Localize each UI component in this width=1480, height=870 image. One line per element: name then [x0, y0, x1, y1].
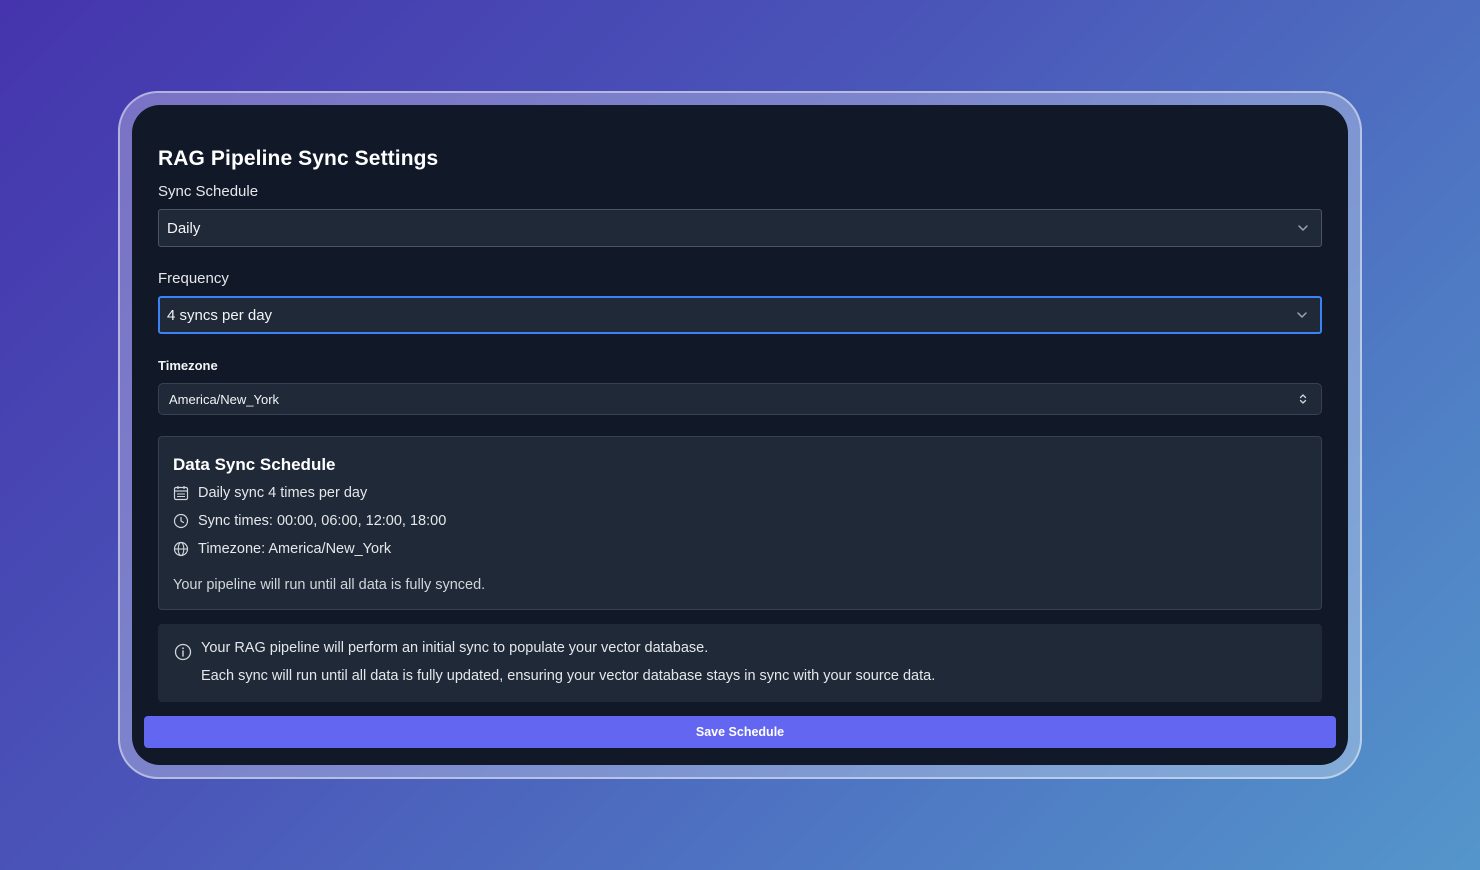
summary-item-text: Daily sync 4 times per day: [198, 485, 368, 501]
info-box: Your RAG pipeline will perform an initia…: [158, 624, 1322, 702]
settings-panel: RAG Pipeline Sync Settings Sync Schedule…: [132, 105, 1348, 765]
page-title: RAG Pipeline Sync Settings: [158, 147, 439, 170]
summary-item-frequency: Daily sync 4 times per day: [173, 485, 367, 501]
calendar-icon: [173, 486, 189, 501]
chevron-down-icon: [1298, 225, 1308, 231]
summary-item-text: Timezone: America/New_York: [198, 541, 392, 557]
globe-icon: [173, 541, 189, 557]
sync-schedule-label: Sync Schedule: [158, 183, 259, 200]
clock-icon: [173, 513, 189, 529]
frequency-label: Frequency: [158, 270, 229, 287]
save-schedule-button[interactable]: Save Schedule: [144, 716, 1336, 748]
frequency-select[interactable]: 4 syncs per day: [158, 296, 1322, 334]
sync-summary-card: Data Sync Schedule Daily sync 4 times pe…: [158, 436, 1322, 610]
chevron-up-down-icon: [1299, 394, 1307, 404]
timezone-value: America/New_York: [169, 391, 280, 407]
summary-footer: Your pipeline will run until all data is…: [173, 577, 486, 593]
info-icon: [174, 643, 192, 661]
timezone-label: Timezone: [158, 358, 218, 373]
summary-title: Data Sync Schedule: [173, 455, 336, 474]
sync-schedule-value: Daily: [167, 219, 201, 237]
info-line-2: Each sync will run until all data is ful…: [201, 668, 936, 684]
timezone-select[interactable]: America/New_York: [158, 383, 1322, 415]
frequency-value: 4 syncs per day: [167, 306, 273, 324]
info-line-1: Your RAG pipeline will perform an initia…: [201, 640, 709, 656]
summary-item-times: Sync times: 00:00, 06:00, 12:00, 18:00: [173, 513, 446, 529]
chevron-down-icon: [1297, 312, 1307, 318]
summary-item-text: Sync times: 00:00, 06:00, 12:00, 18:00: [198, 513, 447, 529]
summary-item-timezone: Timezone: America/New_York: [173, 541, 391, 557]
sync-schedule-select[interactable]: Daily: [158, 209, 1322, 247]
